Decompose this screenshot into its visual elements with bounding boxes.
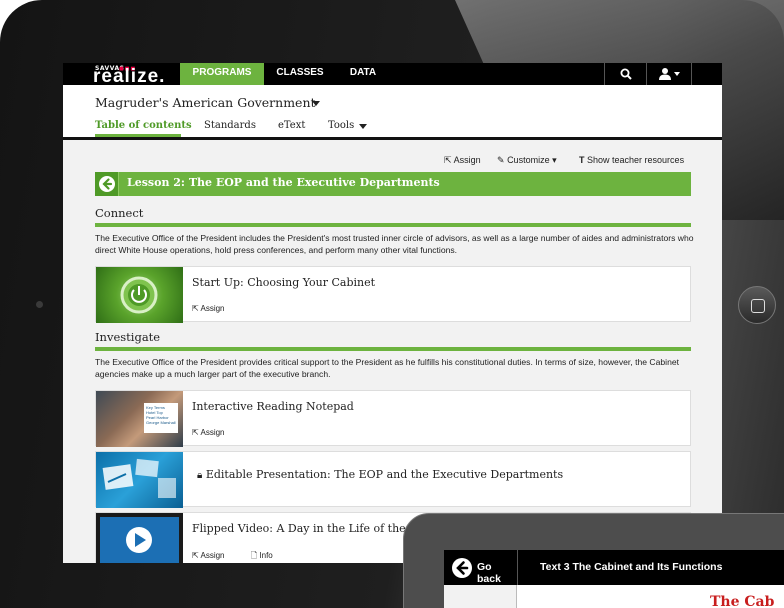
chart-icon <box>102 458 176 498</box>
assign-label: Assign <box>200 551 225 560</box>
power-icon <box>120 276 158 314</box>
section-rule <box>95 347 691 351</box>
back-button[interactable] <box>95 172 119 196</box>
lock-icon: 🔒︎ <box>197 470 203 481</box>
list-item-start-up[interactable]: Start Up: Choosing Your Cabinet ⇱ Assign <box>95 266 691 323</box>
app-screen: SAVVAS ■■■ realize. PROGRAMS CLASSES DAT… <box>63 63 722 563</box>
nav-classes[interactable]: CLASSES <box>271 63 329 85</box>
section-rule <box>95 223 691 227</box>
assign-link[interactable]: ⇱ Assign <box>192 304 237 313</box>
camera-icon <box>36 301 43 308</box>
start-up-thumbnail <box>96 267 183 323</box>
chevron-down-icon[interactable] <box>312 101 320 106</box>
play-icon <box>100 517 179 563</box>
list-item-reading-notepad[interactable]: Key Terms Hotel Top Pearl Harbor George … <box>95 390 691 447</box>
video-thumbnail <box>96 513 183 563</box>
item-title[interactable]: 🔒︎ Editable Presentation: The EOP and th… <box>197 468 563 481</box>
course-header: Magruder's American Government Table of … <box>63 85 722 140</box>
info-link[interactable]: 🗋︎ Info <box>251 551 285 560</box>
customize-label: Customize <box>507 155 550 165</box>
assign-button[interactable]: ⇱ Assign <box>444 155 481 166</box>
section-title-connect: Connect <box>95 206 144 220</box>
user-icon <box>659 68 680 80</box>
course-title[interactable]: Magruder's American Government <box>95 95 316 110</box>
text-title: Text 3 The Cabinet and Its Functions <box>540 561 723 573</box>
section-description-investigate: The Executive Office of the President pr… <box>95 357 680 379</box>
pencil-icon: ✎ <box>497 155 505 165</box>
logo-wordmark: realize. <box>93 66 166 87</box>
tab-table-of-contents[interactable]: Table of contents <box>95 120 192 131</box>
realize-logo[interactable]: SAVVAS ■■■ realize. <box>93 65 169 87</box>
chevron-down-icon: ▾ <box>552 155 557 165</box>
section-title-investigate: Investigate <box>95 330 161 344</box>
lesson-header: Lesson 2: The EOP and the Executive Depa… <box>95 172 691 196</box>
arrow-left-icon <box>452 558 472 578</box>
second-screen-header: Go back Text 3 The Cabinet and Its Funct… <box>444 550 784 585</box>
tab-etext[interactable]: eText <box>278 120 305 131</box>
item-actions: ⇱ Assign <box>192 428 249 437</box>
nav-data[interactable]: DATA <box>341 63 385 85</box>
item-title[interactable]: Interactive Reading Notepad <box>192 400 354 413</box>
item-title-text: Editable Presentation: The EOP and the E… <box>205 468 564 481</box>
arrow-left-icon <box>99 176 115 192</box>
active-tab-indicator <box>95 134 181 137</box>
partial-heading: The Cab <box>710 594 775 608</box>
customize-button[interactable]: ✎ Customize ▾ <box>497 155 557 166</box>
thumbnail-card: Key Terms Hotel Top Pearl Harbor George … <box>144 403 178 433</box>
assign-label: Assign <box>453 155 481 165</box>
item-actions: ⇱ Assign <box>192 304 249 313</box>
go-back-label: Go back <box>477 561 501 585</box>
teacher-resources-button[interactable]: T Show teacher resources <box>579 155 684 165</box>
go-back-button[interactable]: Go back <box>444 550 518 585</box>
teacher-icon: T <box>579 155 585 165</box>
user-menu-button[interactable] <box>647 63 692 85</box>
search-button[interactable] <box>604 63 647 85</box>
tab-tools[interactable]: Tools <box>328 120 354 131</box>
teacher-resources-label: Show teacher resources <box>587 155 685 165</box>
assign-link[interactable]: ⇱ Assign <box>192 551 237 560</box>
chevron-down-icon[interactable] <box>359 124 367 129</box>
info-label: Info <box>259 551 273 560</box>
assign-label: Assign <box>200 428 225 437</box>
assign-label: Assign <box>200 304 225 313</box>
list-item-editable-presentation[interactable]: 🔒︎ Editable Presentation: The EOP and th… <box>95 451 691 508</box>
section-description-connect: The Executive Office of the President in… <box>95 233 694 255</box>
assign-link[interactable]: ⇱ Assign <box>192 428 237 437</box>
second-screen: Go back Text 3 The Cabinet and Its Funct… <box>444 550 784 608</box>
nav-programs[interactable]: PROGRAMS <box>180 63 264 85</box>
lesson-title: Lesson 2: The EOP and the Executive Depa… <box>127 176 440 189</box>
home-button[interactable] <box>738 286 776 324</box>
second-screen-sidebar <box>444 585 517 608</box>
item-title[interactable]: Start Up: Choosing Your Cabinet <box>192 276 375 289</box>
search-icon <box>620 68 632 80</box>
item-actions: ⇱ Assign 🗋︎ Info <box>192 550 297 563</box>
top-navbar: SAVVAS ■■■ realize. PROGRAMS CLASSES DAT… <box>63 63 722 87</box>
tab-standards[interactable]: Standards <box>204 120 256 131</box>
item-title[interactable]: Flipped Video: A Day in the Life of the … <box>192 522 421 535</box>
reading-notepad-thumbnail: Key Terms Hotel Top Pearl Harbor George … <box>96 391 183 447</box>
assign-icon: ⇱ <box>444 155 452 165</box>
presentation-thumbnail <box>96 452 183 508</box>
